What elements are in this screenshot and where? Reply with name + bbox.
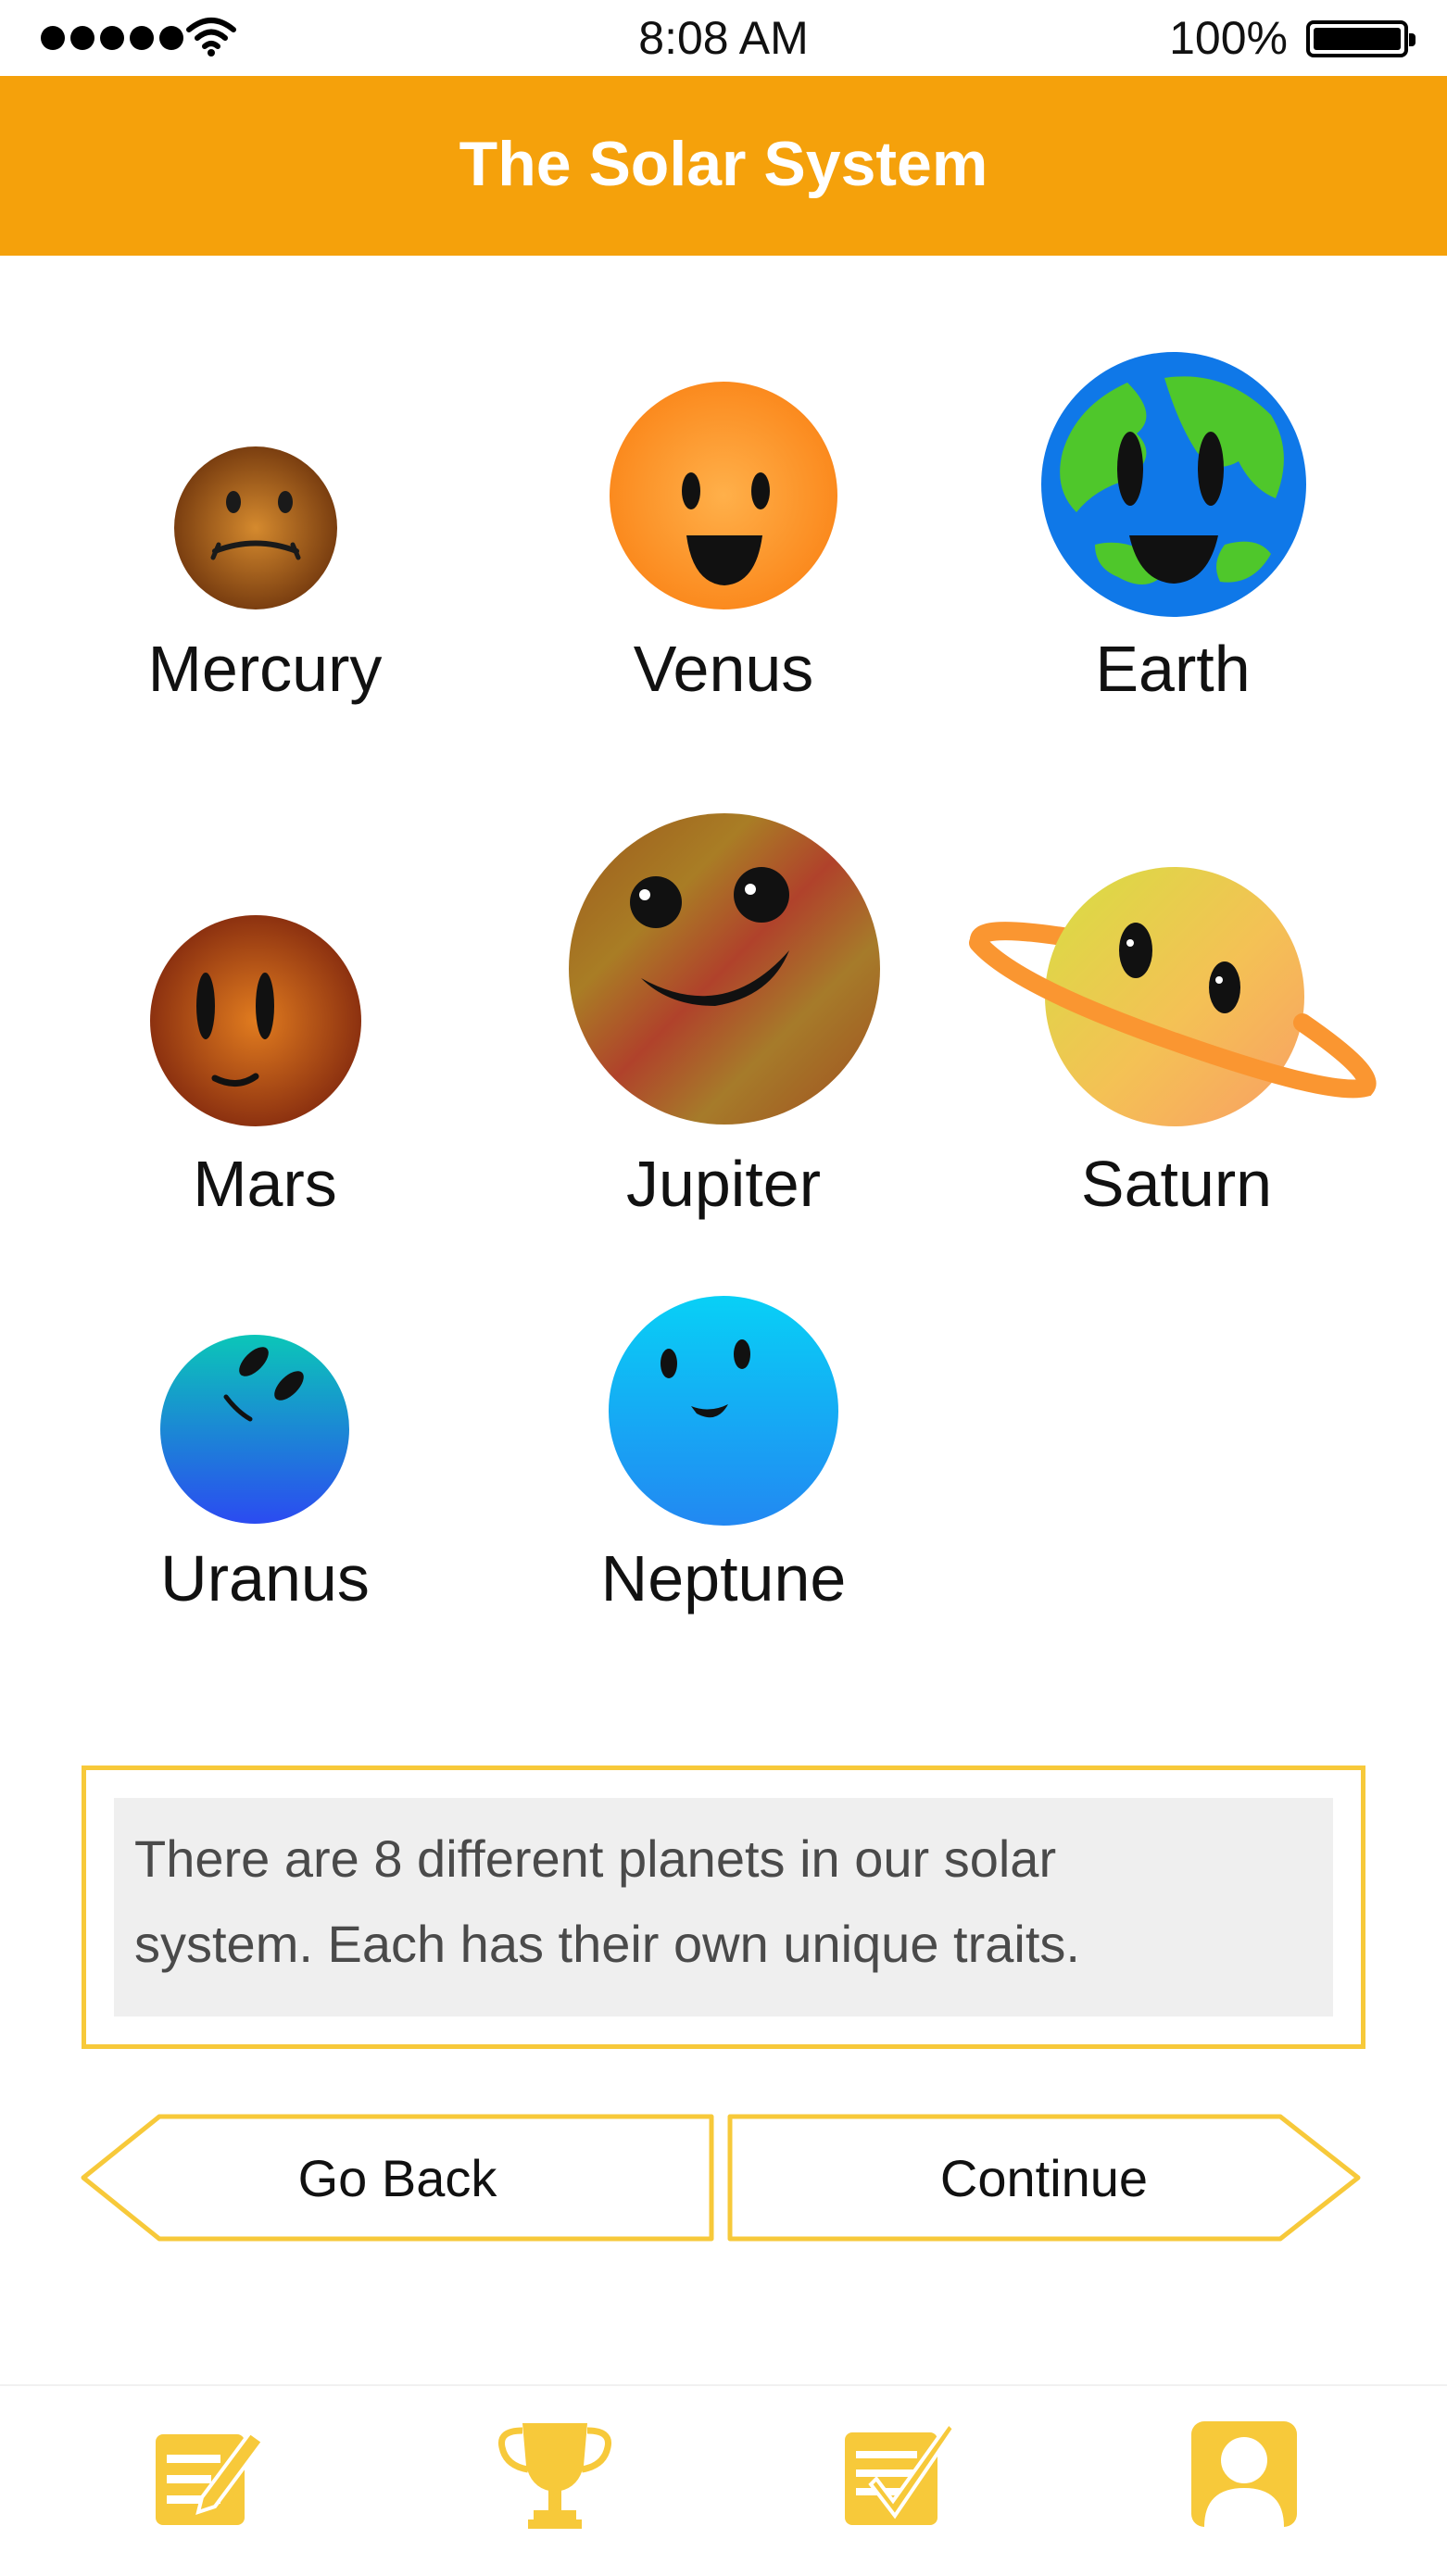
planet-label-earth: Earth [1095, 633, 1251, 705]
planet-saturn[interactable] [960, 865, 1386, 1134]
tab-checklist[interactable] [839, 2414, 960, 2534]
battery-percent: 100% [1169, 12, 1288, 64]
jupiter-face-icon [569, 813, 880, 1125]
tab-bar [0, 2384, 1447, 2576]
planet-label-jupiter: Jupiter [625, 1148, 822, 1220]
planet-mercury[interactable] [172, 445, 339, 611]
checklist-icon [845, 2419, 957, 2525]
planet-earth[interactable] [1039, 350, 1308, 619]
continue-button[interactable]: Continue [726, 2114, 1362, 2242]
tab-profile[interactable] [1184, 2414, 1304, 2534]
planet-label-neptune: Neptune [600, 1542, 847, 1615]
planet-label-saturn: Saturn [1080, 1148, 1273, 1220]
planet-venus[interactable] [608, 380, 839, 611]
venus-face-icon [610, 382, 837, 609]
mercury-face-icon [174, 446, 337, 609]
planet-neptune[interactable] [608, 1295, 839, 1527]
trophy-icon [497, 2423, 612, 2529]
battery-icon [1306, 20, 1416, 57]
planet-jupiter[interactable] [567, 811, 882, 1126]
go-back-label: Go Back [297, 2148, 497, 2207]
info-line-1: There are 8 different planets in our sol… [134, 1829, 1057, 1888]
uranus-face-icon [160, 1335, 349, 1524]
continue-label: Continue [939, 2148, 1149, 2207]
notepad-pencil-icon [156, 2430, 266, 2525]
planet-label-venus: Venus [633, 633, 814, 705]
profile-icon [1191, 2421, 1297, 2527]
info-box: There are 8 different planets in our sol… [82, 1766, 1365, 2049]
go-back-button[interactable]: Go Back [80, 2114, 715, 2242]
planet-label-mars: Mars [193, 1148, 337, 1220]
neptune-face-icon [609, 1296, 838, 1526]
status-bar: 8:08 AM 100% [0, 0, 1447, 76]
planet-label-mercury: Mercury [147, 633, 383, 705]
info-text: There are 8 different planets in our sol… [114, 1798, 1333, 2017]
tab-notes[interactable] [148, 2414, 269, 2534]
planet-uranus[interactable] [159, 1334, 350, 1525]
info-line-2: system. Each has their own unique traits… [134, 1915, 1080, 1973]
earth-face-icon [1041, 352, 1306, 617]
app-header: The Solar System [0, 76, 1447, 256]
planet-label-uranus: Uranus [160, 1542, 370, 1615]
mars-face-icon [150, 915, 361, 1126]
page-title: The Solar System [459, 129, 988, 199]
saturn-face-icon [969, 867, 1377, 1126]
tab-trophy[interactable] [495, 2414, 615, 2534]
planet-mars[interactable] [148, 913, 363, 1128]
